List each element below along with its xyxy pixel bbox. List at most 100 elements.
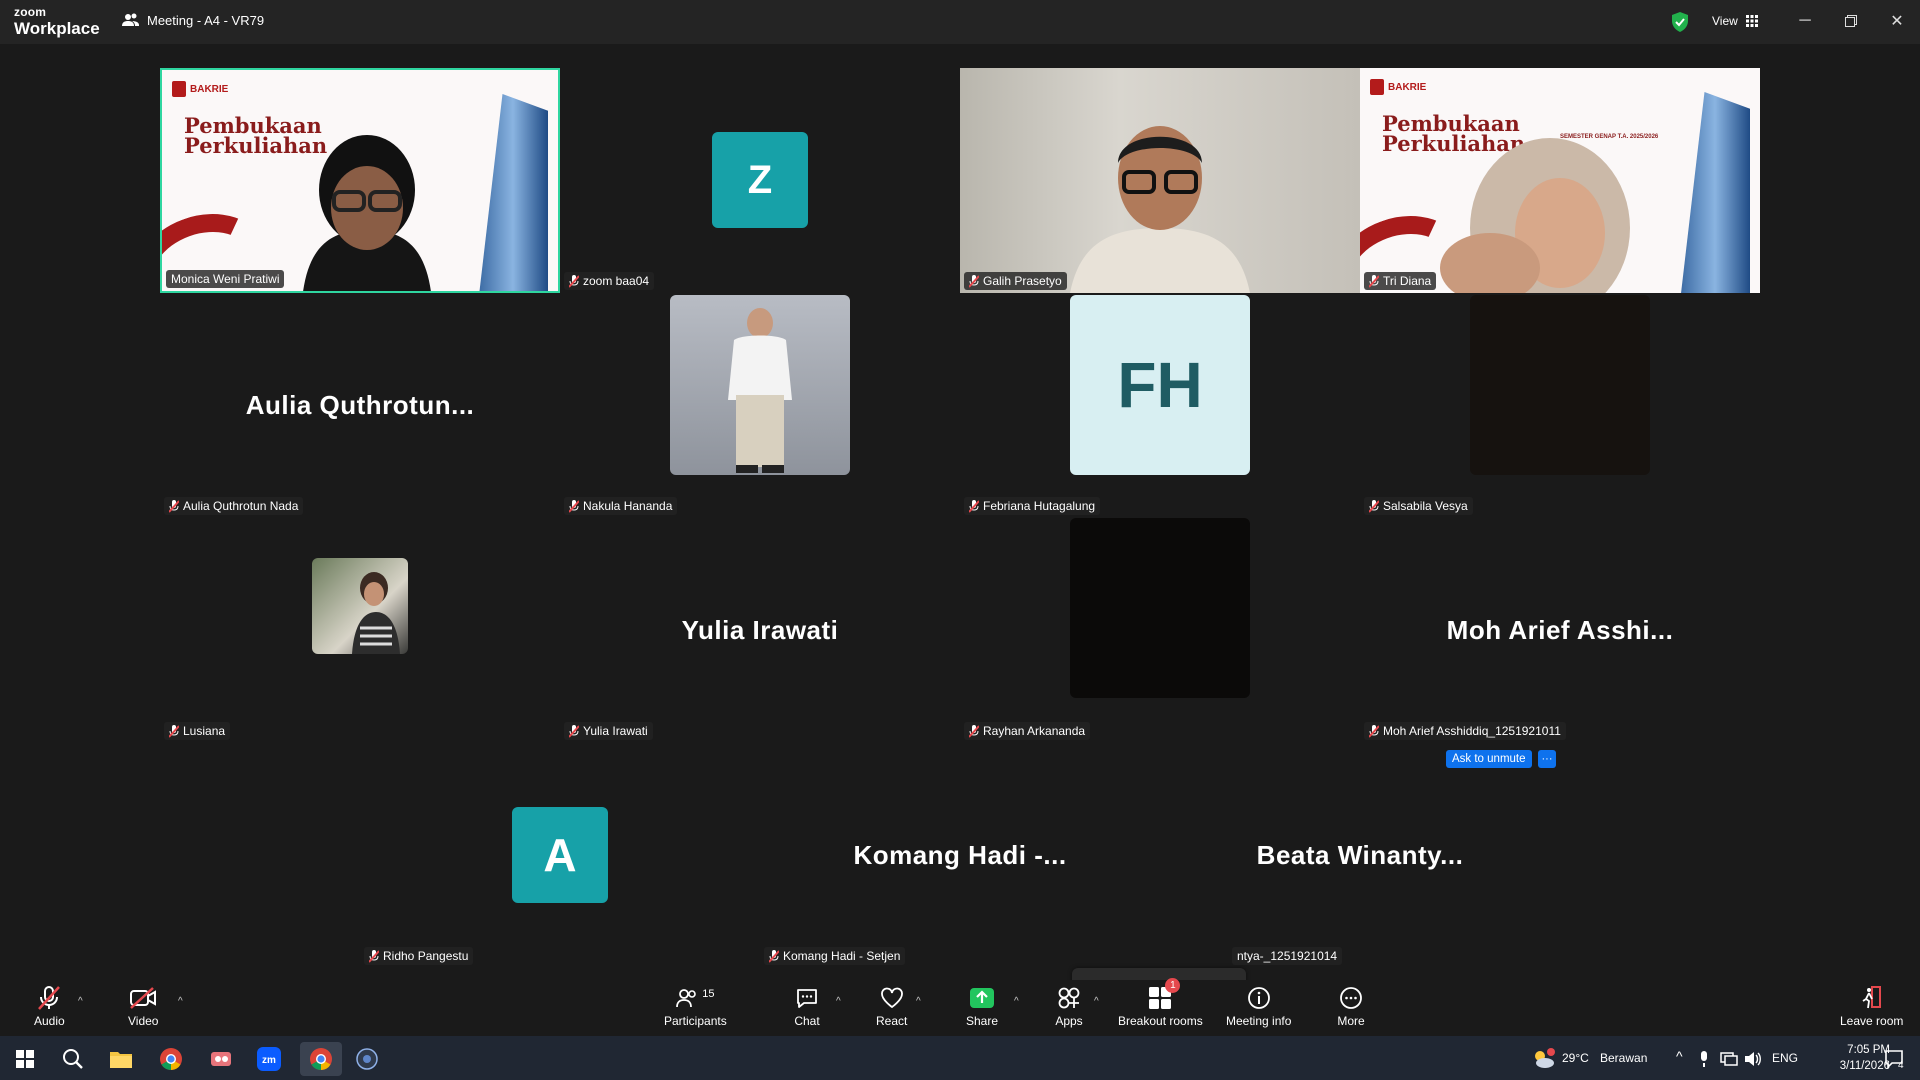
video-options-caret[interactable]: ^ [178, 996, 183, 1007]
brand-workplace: Workplace [14, 19, 100, 38]
participant-name: Tri Diana [1364, 272, 1437, 290]
audio-options-caret[interactable]: ^ [78, 996, 83, 1007]
participant-name: Aulia Quthrotun Nada [164, 497, 304, 515]
logo-text: BAKRIE [1388, 81, 1427, 93]
volume-icon[interactable] [1742, 1042, 1764, 1076]
weather-icon[interactable] [1526, 1042, 1560, 1076]
chat-label: Chat [794, 1014, 820, 1028]
meeting-title[interactable]: Meeting - A4 - VR79 [122, 12, 264, 28]
network-icon[interactable] [1718, 1042, 1740, 1076]
audio-label: Audio [34, 1014, 65, 1028]
close-icon[interactable]: ✕ [1882, 8, 1912, 34]
participant-tile[interactable]: Salsabila Vesya [1360, 293, 1760, 518]
participant-big-name: Komang Hadi -... [853, 840, 1067, 870]
weather-temp: 29°C [1562, 1051, 1589, 1065]
camera-app-icon[interactable] [350, 1042, 384, 1076]
participant-name: zoom baa04 [564, 272, 655, 290]
breakout-rooms-icon: 1 [1145, 978, 1181, 1012]
mic-muted-icon [968, 274, 980, 288]
restore-icon[interactable] [1836, 8, 1866, 34]
weather-description: Berawan [1600, 1051, 1648, 1065]
audio-button[interactable]: Audio [34, 984, 65, 1034]
meeting-info-label: Meeting info [1226, 1014, 1292, 1028]
participant-tile[interactable]: Aulia Quthrotun... Aulia Quthrotun Nada [160, 293, 560, 518]
share-screen-icon [967, 984, 997, 1012]
apps-options-caret[interactable]: ^ [1094, 996, 1099, 1007]
leave-room-label: Leave room [1840, 1014, 1904, 1028]
language-indicator[interactable]: ENG [1772, 1051, 1798, 1065]
apps-label: Apps [1055, 1014, 1083, 1028]
participant-tile[interactable]: Z zoom baa04 [560, 68, 960, 293]
search-icon[interactable] [56, 1042, 90, 1076]
minimize-icon[interactable]: ─ [1790, 8, 1820, 34]
profile-photo [670, 295, 850, 475]
participant-name: Lusiana [164, 722, 231, 740]
react-button[interactable]: React [876, 984, 907, 1034]
person-silhouette [1070, 126, 1250, 293]
participant-tile[interactable]: Komang Hadi -... Komang Hadi - Setjen [760, 743, 1160, 968]
encryption-shield-icon[interactable] [1668, 10, 1692, 34]
leave-door-icon [1857, 984, 1887, 1012]
mic-muted-icon [1368, 724, 1380, 738]
mic-muted-icon [368, 949, 380, 963]
view-button[interactable]: View [1700, 8, 1770, 34]
mic-muted-icon [968, 499, 980, 513]
brand-zoom: zoom [14, 5, 47, 19]
participant-tile[interactable]: Beata Winanty... ntya-_1251921014 [1160, 743, 1560, 968]
apps-button[interactable]: Apps [1054, 984, 1084, 1034]
participant-tile[interactable]: FH Febriana Hutagalung [960, 293, 1360, 518]
meeting-info-button[interactable]: Meeting info [1226, 984, 1291, 1034]
breakout-rooms-button[interactable]: 1 Breakout rooms [1118, 978, 1203, 1034]
meeting-controls: Audio ^ Video ^ 15 Participants Chat ^ R… [0, 978, 1920, 1036]
avatar: Z [712, 132, 808, 228]
zoom-app-icon[interactable]: zm [252, 1042, 286, 1076]
participant-name: Ridho Pangestu [364, 947, 474, 965]
microphone-tray-icon[interactable] [1694, 1042, 1714, 1076]
participant-name: Komang Hadi - Setjen [764, 947, 906, 965]
share-label: Share [966, 1014, 999, 1028]
participant-big-name: Beata Winanty... [1256, 840, 1464, 870]
windows-start-icon[interactable] [8, 1042, 42, 1076]
react-options-caret[interactable]: ^ [916, 996, 921, 1007]
participant-tile[interactable]: Lusiana [160, 518, 560, 743]
heart-icon [877, 984, 907, 1012]
breakout-label: Breakout rooms [1118, 1014, 1203, 1028]
participant-tile[interactable]: BAKRIE Pembukaan Perkuliahan SEMESTER GEN… [1360, 68, 1760, 293]
mic-off-icon [34, 984, 64, 1012]
video-label: Video [128, 1014, 159, 1028]
chat-button[interactable]: Chat [792, 984, 822, 1034]
participant-tile[interactable]: BAKRIE Pembukaan Perkuliahan Monica Weni … [160, 68, 560, 293]
participant-tile[interactable]: Rayhan Arkananda [960, 518, 1360, 743]
leave-room-button[interactable]: Leave room [1840, 984, 1903, 1034]
mic-muted-icon [568, 274, 580, 288]
avatar: A [512, 807, 608, 903]
participant-tile[interactable]: Moh Arief Asshi... Moh Arief Asshiddiq_1… [1360, 518, 1760, 743]
video-off-icon [128, 984, 158, 1012]
participant-tile[interactable]: Nakula Hananda [560, 293, 960, 518]
video-button[interactable]: Video [128, 984, 158, 1034]
notifications-icon[interactable]: 4 [1880, 1042, 1910, 1076]
file-explorer-icon[interactable] [104, 1042, 138, 1076]
share-options-caret[interactable]: ^ [1014, 996, 1019, 1007]
chrome-active-icon[interactable] [300, 1042, 342, 1076]
participant-name: Monica Weni Pratiwi [166, 270, 285, 288]
participants-icon: 15 [665, 984, 725, 1012]
chrome-icon[interactable] [154, 1042, 188, 1076]
participants-label: Participants [664, 1014, 727, 1028]
more-button[interactable]: More [1336, 984, 1366, 1034]
person-silhouette [1440, 138, 1630, 293]
mic-muted-icon [168, 499, 180, 513]
participant-tile[interactable]: Yulia Irawati Yulia Irawati [560, 518, 960, 743]
participant-tile[interactable]: Galih Prasetyo [960, 68, 1360, 293]
share-button[interactable]: Share [966, 984, 998, 1034]
participant-big-name: Yulia Irawati [681, 615, 839, 645]
breakout-badge: 1 [1165, 978, 1181, 993]
participant-name: Rayhan Arkananda [964, 722, 1091, 740]
participant-tile[interactable]: A Ridho Pangestu [360, 743, 760, 968]
snipping-tool-icon[interactable] [204, 1042, 238, 1076]
chat-options-caret[interactable]: ^ [836, 996, 841, 1007]
tray-overflow-icon[interactable]: ^ [1676, 1048, 1683, 1064]
person-silhouette [303, 135, 431, 291]
participants-button[interactable]: 15 Participants [664, 984, 727, 1034]
university-logo: BAKRIE [172, 80, 240, 98]
